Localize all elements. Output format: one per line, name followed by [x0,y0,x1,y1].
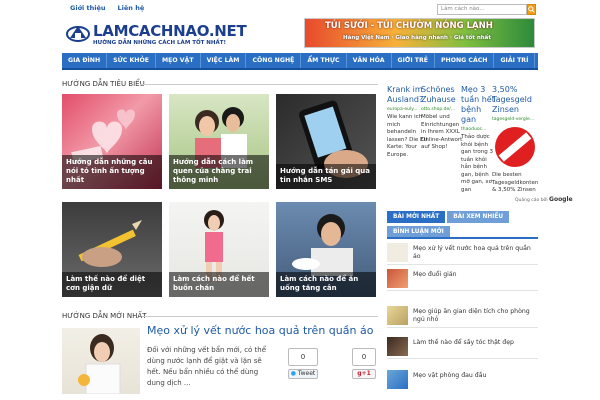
nav-item-van-hoa[interactable]: VĂN HÓA [347,53,392,68]
text-ad[interactable]: Mẹo 3 tuần hết bệnh gan thaoduoc... Thảo… [461,85,495,194]
latest-divider [142,316,378,317]
nav-item-gia-dinh[interactable]: GIA ĐÌNH [62,53,108,68]
tile-caption: Hướng dẫn những câu nói tỏ tình ấn tượng… [62,155,162,189]
header-banner-ad[interactable]: TÚI SƯỞI - TÚI CHƯỜM NÓNG LẠNH Hàng Việt… [304,18,535,48]
list-thumbnail [387,269,408,288]
tile-caption: Hướng dẫn cách làm quen của chàng trai t… [169,155,269,189]
nav-item-bai-hoc[interactable]: BÀI HỌC [535,53,576,68]
ad-image [492,124,538,170]
latest-section-title: HƯỚNG DẪN MỚI NHẤT [62,312,147,320]
tile-caption: Hướng dẫn tán gái qua tin nhắn SMS [276,164,376,189]
ad-title[interactable]: Mẹo 3 tuần hết bệnh gan [461,85,495,125]
ad-title[interactable]: 3,50% Tagesgeld Zinsen [492,85,538,115]
contact-link[interactable]: Liên hệ [118,4,145,12]
ad-title[interactable]: Schönes Zuhause [421,85,465,105]
ad-body: Die besten Tagesgeldkonten & 3,50% Zinse… [492,172,539,193]
logo-tagline: HƯỚNG DẪN NHỮNG CÁCH LÀM TỐT NHẤT! [93,40,227,46]
woman-photo [78,334,121,394]
nav-item-giai-tri[interactable]: GIẢI TRÍ [494,53,536,68]
banner-title: TÚI SƯỞI - TÚI CHƯỜM NÓNG LẠNH [325,21,493,31]
tab-most-viewed[interactable]: BÀI XEM NHIỀU [447,211,510,223]
top-links: Giới thiệu Liên hệ [70,4,144,12]
list-item-title[interactable]: Mẹo giúp ăn gian diện tích cho phòng ngủ… [413,308,535,324]
adchoices-label[interactable]: Quảng cáo bởi Google [515,196,573,203]
search-input[interactable]: Làm cách nào... [437,4,527,15]
list-item-title[interactable]: Mẹo vặt phòng đau đầu [413,372,535,380]
featured-tile[interactable]: Hướng dẫn tán gái qua tin nhắn SMS [276,94,376,189]
article-thumbnail[interactable] [62,328,140,394]
nav-item-phong-cach[interactable]: PHONG CÁCH [435,53,495,68]
no-sign-icon [495,127,535,167]
tile-caption: Làm thế nào để diệt cơn giận dữ [62,272,162,297]
nav-item-viec-lam[interactable]: VIỆC LÀM [201,53,247,68]
list-item[interactable]: Mẹo giúp ăn gian diện tích cho phòng ngủ… [387,304,538,328]
list-item[interactable]: Mẹo vặt phòng đau đầu [387,368,538,392]
site-logo[interactable]: LAMCACHNAO.NET HƯỚNG DẪN NHỮNG CÁCH LÀM … [66,20,247,50]
ad-body: Thảo dược khỏi bệnh gan trong 3 tuần khỏ… [461,134,493,193]
tab-underline [387,237,538,239]
list-item[interactable]: Mẹo xử lý vết nước hoa quả trên quần áo [387,241,538,265]
list-thumbnail [387,306,408,325]
search-icon [528,6,535,13]
featured-tile[interactable]: Hướng dẫn cách làm quen của chàng trai t… [169,94,269,189]
ad-url: thaoduoc... [461,127,487,132]
nav-item-cong-nghe[interactable]: CÔNG NGHỆ [246,53,302,68]
google-plus-button[interactable]: g+1 [352,369,376,379]
text-ad[interactable]: Schönes Zuhause otto.shop.de/... Möbel u… [421,85,465,152]
about-link[interactable]: Giới thiệu [70,4,106,12]
featured-section-title: HƯỚNG DẪN TIÊU BIỂU [62,80,145,88]
list-item-title[interactable]: Mẹo xử lý vết nước hoa quả trên quần áo [413,245,535,261]
featured-divider [140,84,378,85]
featured-tile[interactable]: Hướng dẫn những câu nói tỏ tình ấn tượng… [62,94,162,189]
google-logo: Google [549,196,573,203]
list-item-title[interactable]: Mẹo đuổi gián [413,271,535,279]
article-title[interactable]: Mẹo xử lý vết nước hoa quả trên quần áo [147,324,373,337]
nav-item-meo-vat[interactable]: MẸO VẶT [156,53,201,68]
list-thumbnail [387,243,408,262]
tab-latest[interactable]: BÀI MỚI NHẤT [387,211,446,223]
nav-item-suc-khoe[interactable]: SỨC KHỎE [107,53,156,68]
ad-url: tagesgeld-vergle... [492,117,535,122]
ad-body: Möbel und Einrichtungen in Ihrem XXXL On… [421,114,463,150]
tweet-button[interactable]: ● Tweet [288,369,318,379]
logo-name: LAMCACHNAO.NET [93,22,247,40]
google-plus-count: 0 [352,348,376,366]
list-item[interactable]: Làm thế nào để sấy tóc thật đẹp [387,335,538,359]
main-nav: GIA ĐÌNH SỨC KHỎE MẸO VẶT VIỆC LÀM CÔNG … [62,53,570,70]
banner-subtitle: Hàng Việt Nam · Giao hàng nhanh · Giá tố… [343,35,492,41]
ad-url: otto.shop.de/... [421,107,456,112]
list-thumbnail [387,337,408,356]
logo-mark-icon [66,26,90,42]
article-excerpt: Đối với những vết bẩn mới, có thể dùng n… [147,346,267,387]
list-item[interactable]: Mẹo đuổi gián [387,267,538,291]
featured-tile[interactable]: Làm cách nào để hết buồn chán [169,202,269,297]
nav-item-am-thuc[interactable]: ẨM THỰC [301,53,347,68]
featured-tile[interactable]: Làm cách nào để ăn uống tăng cân [276,202,376,297]
list-thumbnail [387,370,408,389]
tweet-label: Tweet [297,370,316,377]
twitter-icon: ● [290,370,296,377]
nav-item-gioi-tre[interactable]: GIỚI TRẺ [392,53,436,68]
tile-caption: Làm cách nào để hết buồn chán [169,272,269,297]
text-ad[interactable]: 3,50% Tagesgeld Zinsen tagesgeld-vergle.… [492,85,538,195]
search-button[interactable] [527,4,536,15]
sidebar-tabs: BÀI MỚI NHẤT BÀI XEM NHIỀU [387,211,510,223]
tile-caption: Làm cách nào để ăn uống tăng cân [276,272,376,297]
featured-tile[interactable]: Làm thế nào để diệt cơn giận dữ [62,202,162,297]
facebook-like-count: 0 [288,348,318,366]
list-item-title[interactable]: Làm thế nào để sấy tóc thật đẹp [413,339,535,347]
